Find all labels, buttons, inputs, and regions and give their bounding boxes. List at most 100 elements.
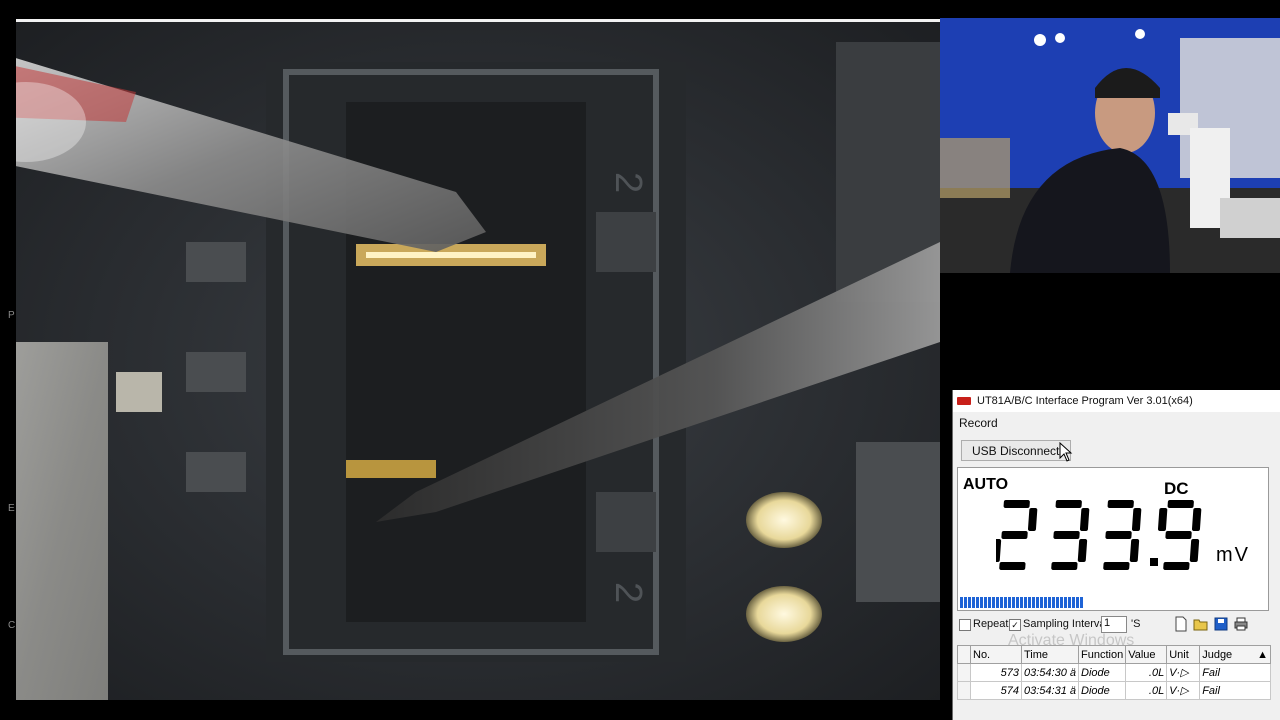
digit-segment <box>1027 508 1038 531</box>
microscope-video: 2 2 <box>16 22 940 700</box>
digit-segment <box>1105 531 1132 539</box>
scroll-up-icon[interactable]: ▲ <box>1257 649 1268 661</box>
bargraph-segment <box>1008 597 1011 608</box>
table-row[interactable]: 573 03:54:30 ä Diode .0L V·▷ Fail <box>957 663 1271 682</box>
bargraph-segment <box>1060 597 1063 608</box>
svg-text:2: 2 <box>607 582 649 603</box>
open-folder-icon[interactable] <box>1193 616 1209 632</box>
digit-segment <box>996 539 1002 562</box>
bargraph-segment <box>1040 597 1043 608</box>
bargraph-segment <box>984 597 987 608</box>
table-row[interactable]: 574 03:54:31 ä Diode .0L V·▷ Fail <box>957 681 1271 700</box>
bargraph-segment <box>988 597 991 608</box>
bargraph-segment <box>1052 597 1055 608</box>
uni-t-logo-icon <box>957 397 971 405</box>
cell-time: 03:54:30 ä <box>1021 663 1079 682</box>
cell-time: 03:54:31 ä <box>1021 681 1079 700</box>
bargraph-segment <box>980 597 983 608</box>
digit-segment <box>999 562 1026 570</box>
cell-judge: Fail <box>1199 663 1271 682</box>
digit-segment <box>1003 500 1030 508</box>
repeat-label: Repeat <box>973 618 1009 630</box>
digit-segment <box>1051 562 1078 570</box>
cell-value: .0L <box>1125 681 1168 700</box>
bargraph-segment <box>1004 597 1007 608</box>
digit-segment <box>1189 539 1200 562</box>
sampling-unit: 'S <box>1131 618 1141 630</box>
bargraph-segment <box>972 597 975 608</box>
bargraph-segment <box>1072 597 1075 608</box>
digit-segment <box>1191 508 1202 531</box>
cell-no: 573 <box>970 663 1022 682</box>
window-title: UT81A/B/C Interface Program Ver 3.01(x64… <box>977 395 1193 407</box>
digit-segment <box>1167 500 1194 508</box>
column-header[interactable]: Function <box>1077 645 1127 664</box>
sampling-checkbox[interactable]: ✓ <box>1009 619 1021 631</box>
sampling-interval-input[interactable]: 1 <box>1101 616 1127 633</box>
digit-segment <box>1077 539 1088 562</box>
save-icon[interactable] <box>1213 616 1229 632</box>
repeat-checkbox[interactable] <box>959 619 971 631</box>
sampling-interval-label: Sampling Interval <box>1023 618 1108 630</box>
cell-judge: Fail <box>1199 681 1271 700</box>
menu-bar: Record <box>953 412 1280 434</box>
mouse-cursor-icon <box>1059 442 1073 462</box>
bargraph-segment <box>968 597 971 608</box>
bargraph-segment <box>1020 597 1023 608</box>
bargraph-segment <box>1028 597 1031 608</box>
row-selector-header <box>957 645 971 664</box>
menu-record[interactable]: Record <box>959 416 998 430</box>
bargraph-segment <box>992 597 995 608</box>
bargraph-segment <box>1064 597 1067 608</box>
bargraph-segment <box>1000 597 1003 608</box>
digit-segment <box>1001 531 1028 539</box>
table-header-row: No. Time Function Value Unit Judge ▲ <box>957 645 1271 664</box>
column-header[interactable]: Judge ▲ <box>1199 645 1271 664</box>
digit-segment <box>1053 531 1080 539</box>
readings-table: No. Time Function Value Unit Judge ▲ 573 … <box>957 645 1271 700</box>
print-icon[interactable] <box>1233 616 1249 632</box>
ut81-window: UT81A/B/C Interface Program Ver 3.01(x64… <box>952 390 1280 720</box>
column-header[interactable]: Value <box>1125 645 1168 664</box>
digit-segment <box>1055 500 1082 508</box>
row-selector[interactable] <box>957 663 971 682</box>
analog-bargraph <box>960 597 1083 608</box>
digit-segment <box>1129 539 1140 562</box>
cell-unit: V·▷ <box>1166 681 1201 700</box>
bargraph-segment <box>976 597 979 608</box>
meter-display: AUTO DC mV <box>957 467 1269 611</box>
reading-digit <box>1157 500 1202 570</box>
usb-disconnect-button[interactable]: USB Disconnect <box>961 440 1071 461</box>
column-header[interactable]: No. <box>970 645 1022 664</box>
cell-no: 574 <box>970 681 1022 700</box>
digit-segment <box>1107 500 1134 508</box>
bargraph-segment <box>1024 597 1027 608</box>
cell-function: Diode <box>1077 681 1127 700</box>
row-selector[interactable] <box>957 681 971 700</box>
side-letter: E <box>8 503 15 514</box>
digit-segment <box>1157 508 1168 531</box>
bargraph-segment <box>1056 597 1059 608</box>
bargraph-segment <box>1036 597 1039 608</box>
bargraph-segment <box>1080 597 1083 608</box>
column-header[interactable]: Time <box>1021 645 1079 664</box>
column-header[interactable]: Unit <box>1166 645 1201 664</box>
new-file-icon[interactable] <box>1173 616 1189 632</box>
reading-digits <box>996 500 1202 570</box>
reading-digit <box>1103 500 1142 570</box>
webcam-image <box>940 18 1280 273</box>
bargraph-segment <box>1076 597 1079 608</box>
webcam-feed <box>940 18 1280 273</box>
decimal-point <box>1150 558 1158 566</box>
side-letter: C <box>8 620 16 631</box>
digit-segment <box>1165 531 1192 539</box>
bargraph-segment <box>1048 597 1051 608</box>
svg-text:2: 2 <box>607 172 649 193</box>
bargraph-segment <box>1016 597 1019 608</box>
pcb-closeup-image: 2 2 <box>16 42 940 700</box>
bargraph-segment <box>1068 597 1071 608</box>
range-mode: AUTO <box>963 476 1009 493</box>
title-bar: UT81A/B/C Interface Program Ver 3.01(x64… <box>953 390 1280 412</box>
reading-digit <box>1051 500 1090 570</box>
digit-segment <box>1131 508 1142 531</box>
